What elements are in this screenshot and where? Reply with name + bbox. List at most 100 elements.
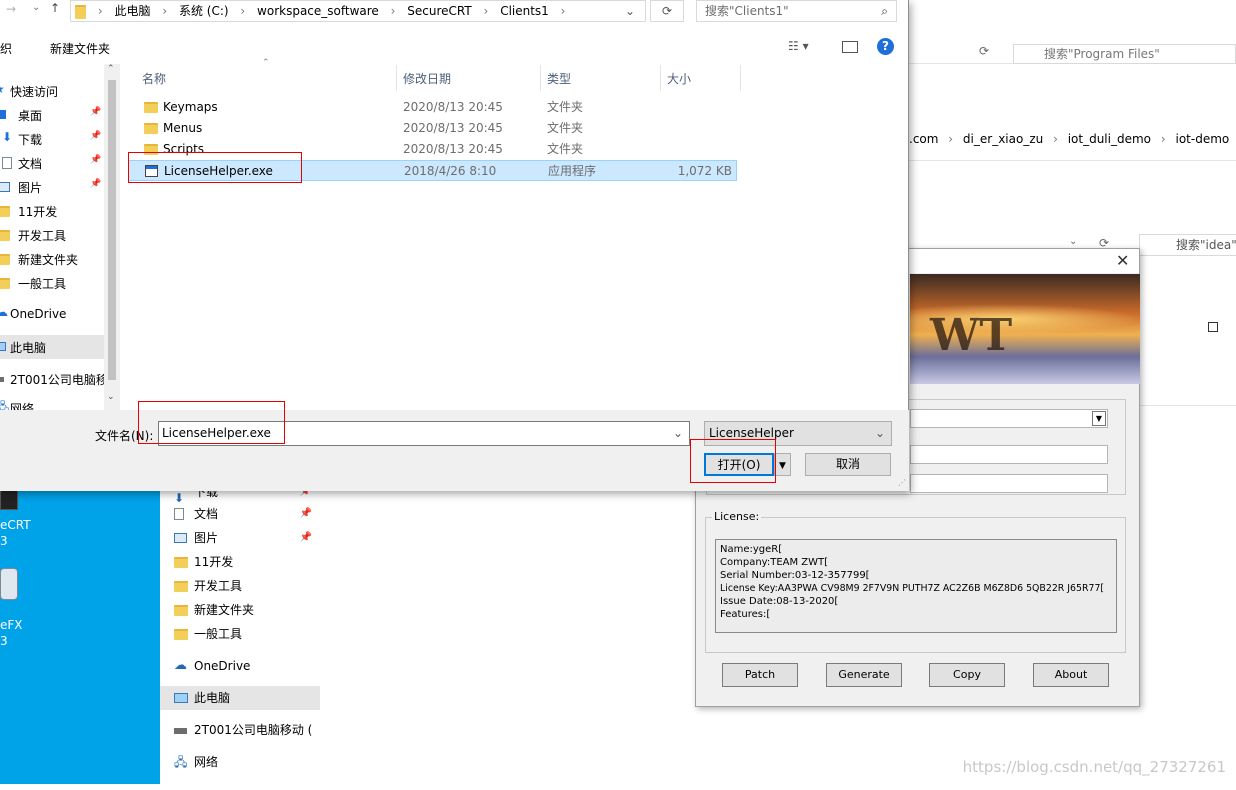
sidebar-item-network[interactable]: 🖧 网络 xyxy=(160,750,320,774)
star-icon: ★ xyxy=(0,82,5,96)
breadcrumb-item[interactable]: SecureCRT xyxy=(407,4,471,18)
bg-explorer-separator xyxy=(909,160,1236,161)
folder-icon xyxy=(0,278,10,289)
sidebar-item-label: 图片 xyxy=(18,181,43,195)
drive-icon xyxy=(174,728,187,734)
chevron-down-icon: ⌄ xyxy=(874,426,885,440)
app-icon-securecrt[interactable] xyxy=(0,490,18,510)
folder-icon xyxy=(144,102,158,113)
search-placeholder: 搜索"Clients1" xyxy=(705,4,789,18)
picture-icon xyxy=(0,182,10,192)
sidebar-item-folder[interactable]: 新建文件夹 xyxy=(0,249,104,269)
crumb[interactable]: iot-demo xyxy=(1175,132,1229,146)
sidebar-item-downloads[interactable]: ⬇ 下载 📌 xyxy=(0,129,104,149)
bg-explorer-breadcrumb[interactable]: .com › di_er_xiao_zu › iot_duli_demo › i… xyxy=(909,128,1236,150)
maximize-icon[interactable] xyxy=(1208,322,1218,332)
sidebar-item-folder[interactable]: 一般工具 xyxy=(160,622,320,646)
download-icon: ⬇ xyxy=(2,130,13,144)
preview-pane-icon[interactable] xyxy=(842,41,858,53)
refresh-icon[interactable]: ⟳ xyxy=(979,44,989,58)
open-dropdown-button[interactable]: ▼ xyxy=(774,453,791,476)
up-arrow-icon[interactable]: ↑ xyxy=(50,1,60,15)
pin-icon: 📌 xyxy=(90,155,102,165)
resize-grip-icon[interactable]: ⋰ xyxy=(898,478,906,487)
search-box[interactable]: 搜索"Program Files" xyxy=(1013,44,1236,64)
copy-button[interactable]: Copy xyxy=(929,663,1005,687)
folder-icon xyxy=(0,230,10,241)
company-field[interactable] xyxy=(910,474,1108,493)
sidebar-item-label: 此电脑 xyxy=(10,341,47,355)
chevron-down-icon[interactable]: ⌄ xyxy=(1069,236,1077,247)
new-folder-button[interactable]: 新建文件夹 xyxy=(50,40,110,57)
breadcrumb-item[interactable]: 此电脑 xyxy=(114,4,150,18)
sidebar-item-this-pc[interactable]: 此电脑 xyxy=(160,686,320,710)
close-icon[interactable]: ✕ xyxy=(1116,251,1129,270)
scroll-thumb[interactable] xyxy=(108,80,116,380)
sidebar-item-pictures[interactable]: 图片 📌 xyxy=(0,177,104,197)
organize-button[interactable]: 织 xyxy=(0,40,12,57)
file-name: Keymaps xyxy=(163,100,218,114)
sidebar-item-drive[interactable]: 2T001公司电脑移动 ( xyxy=(160,718,320,742)
sidebar-item-documents[interactable]: 文档 📌 xyxy=(0,153,104,173)
sidebar-item-folder[interactable]: 开发工具 xyxy=(160,574,320,598)
search-box[interactable]: 搜索"idea" xyxy=(1139,234,1236,256)
app-icon-securefx[interactable] xyxy=(0,568,18,600)
sidebar-item-documents[interactable]: 文档 📌 xyxy=(160,502,320,526)
name-field[interactable] xyxy=(910,445,1108,464)
chevron-down-icon[interactable]: ⌄ xyxy=(625,1,635,21)
sidebar-item-onedrive[interactable]: ☁ OneDrive xyxy=(0,305,104,325)
crumb[interactable]: .com xyxy=(909,132,938,146)
sidebar-item-desktop[interactable]: 桌面 📌 xyxy=(0,105,104,125)
file-date: 2018/4/26 8:10 xyxy=(404,164,497,178)
sidebar-item-folder[interactable]: 11开发 xyxy=(0,201,104,221)
column-header-size[interactable]: 大小 xyxy=(667,70,691,87)
about-button[interactable]: About xyxy=(1033,663,1109,687)
chevron-down-icon[interactable]: ⌄ xyxy=(673,422,683,445)
sidebar-item-folder[interactable]: 开发工具 xyxy=(0,225,104,245)
sidebar-item-folder[interactable]: 11开发 xyxy=(160,550,320,574)
column-header-name[interactable]: 名称 xyxy=(142,70,166,87)
sidebar-item-drive[interactable]: 2T001公司电脑移 xyxy=(0,369,108,389)
column-header-date[interactable]: 修改日期 xyxy=(403,70,451,87)
crumb[interactable]: di_er_xiao_zu xyxy=(963,132,1043,146)
cancel-button[interactable]: 取消 xyxy=(805,453,891,476)
chevron-down-icon[interactable]: ⌄ xyxy=(32,2,40,13)
view-options-icon[interactable]: ☷ ▾ xyxy=(788,39,809,53)
folder-icon xyxy=(0,254,10,265)
patch-button[interactable]: Patch xyxy=(722,663,798,687)
breadcrumb-item[interactable]: workspace_software xyxy=(257,4,379,18)
folder-icon xyxy=(174,581,188,592)
product-select[interactable]: ▼ xyxy=(910,409,1108,428)
refresh-button[interactable]: ⟳ xyxy=(650,0,684,22)
file-row[interactable]: Menus 2020/8/13 20:45 文件夹 xyxy=(128,118,737,139)
sidebar-item-this-pc[interactable]: 此电脑 xyxy=(0,335,104,359)
scroll-down-icon[interactable]: ⌄ xyxy=(107,392,115,402)
breadcrumb-item[interactable]: 系统 (C:) xyxy=(179,4,229,18)
help-icon[interactable]: ? xyxy=(877,38,894,55)
scroll-up-icon[interactable]: ⌃ xyxy=(107,64,115,74)
file-name: Menus xyxy=(163,121,203,135)
crumb[interactable]: iot_duli_demo xyxy=(1068,132,1151,146)
file-row[interactable]: Keymaps 2020/8/13 20:45 文件夹 xyxy=(128,97,737,118)
filetype-value: LicenseHelper xyxy=(709,426,794,440)
license-text[interactable]: Name:ygeR[ Company:TEAM ZWT[ Serial Numb… xyxy=(715,539,1117,633)
sidebar-item-folder[interactable]: 一般工具 xyxy=(0,273,104,293)
sidebar-item-label: 网络 xyxy=(10,402,35,410)
search-placeholder: 搜索"idea" xyxy=(1176,238,1236,252)
generate-button[interactable]: Generate xyxy=(826,663,902,687)
breadcrumb-item[interactable]: Clients1 xyxy=(500,4,549,18)
sidebar-item-quick-access[interactable]: ★ 快速访问 xyxy=(0,81,104,101)
sidebar-item-onedrive[interactable]: ☁ OneDrive xyxy=(160,654,320,678)
nav-scrollbar[interactable]: ⌃ ⌄ xyxy=(104,64,120,410)
chevron-down-icon: ▼ xyxy=(1092,411,1106,426)
column-header-type[interactable]: 类型 xyxy=(547,70,571,87)
search-input[interactable]: 搜索"Clients1" ⌕ xyxy=(696,0,897,22)
forward-icon[interactable]: → xyxy=(6,2,16,16)
address-bar[interactable]: › 此电脑 › 系统 (C:) › workspace_software › S… xyxy=(70,0,646,22)
sidebar-item-folder[interactable]: 新建文件夹 xyxy=(160,598,320,622)
sidebar-item-pictures[interactable]: 图片 📌 xyxy=(160,526,320,550)
sidebar-item-network[interactable]: 🖧 网络 xyxy=(0,398,104,410)
banner-text: WT xyxy=(930,310,1013,361)
sidebar-item-label: 下载 xyxy=(18,133,43,147)
sidebar-item-label: OneDrive xyxy=(194,659,251,673)
